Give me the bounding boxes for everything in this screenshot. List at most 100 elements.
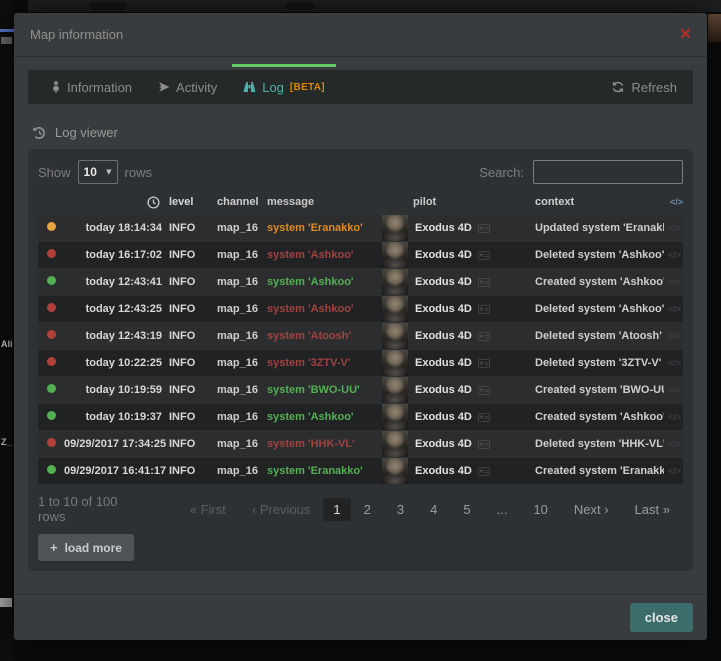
background-image-fragment <box>708 14 721 42</box>
column-header-pilot[interactable]: pilot <box>382 196 528 208</box>
pagination-first[interactable]: « First <box>177 498 239 521</box>
plane-icon <box>158 81 170 93</box>
log-time: today 12:43:41 <box>64 276 162 288</box>
page-size-select[interactable]: 10 ▼ <box>78 160 118 184</box>
table-row[interactable]: today 10:19:59 INFO map_16 system 'BWO-U… <box>38 377 683 403</box>
code-icon: </> <box>668 439 683 449</box>
clock-icon[interactable] <box>64 196 162 209</box>
log-time: today 12:43:25 <box>64 303 162 315</box>
pilot-name: Exodus 4D <box>415 303 472 315</box>
pagination-page-1[interactable]: 1 <box>323 498 350 521</box>
pilot-name: Exodus 4D <box>415 465 472 477</box>
plus-icon: + <box>50 540 58 555</box>
load-more-button[interactable]: + load more <box>38 534 134 561</box>
pilot-avatar <box>382 269 408 295</box>
table-row[interactable]: 09/29/2017 16:41:17 INFO map_16 system '… <box>38 458 683 484</box>
table-row[interactable]: today 18:14:34 INFO map_16 system 'Erana… <box>38 215 683 241</box>
log-level: INFO <box>162 276 210 288</box>
log-context: Deleted system 'HHK-VL' ... <box>528 438 664 450</box>
pagination-page-3[interactable]: 3 <box>384 498 417 521</box>
table-row[interactable]: today 12:43:25 INFO map_16 system 'Ashko… <box>38 296 683 322</box>
pilot-avatar <box>382 296 408 322</box>
pagination-page-5[interactable]: 5 <box>450 498 483 521</box>
load-more-label: load more <box>65 541 122 555</box>
log-level: INFO <box>162 249 210 261</box>
log-context: Deleted system 'Ashkoo' ... <box>528 249 664 261</box>
pagination-next[interactable]: Next › <box>561 498 622 521</box>
column-header-context[interactable]: context <box>528 196 664 208</box>
table-row[interactable]: today 10:22:25 INFO map_16 system '3ZTV-… <box>38 350 683 376</box>
log-channel: map_16 <box>210 384 264 396</box>
log-time: today 10:22:25 <box>64 357 162 369</box>
pagination-nav: « First ‹ Previous 1 2 3 4 5 ... 10 Next… <box>177 498 683 521</box>
rows-label: rows <box>125 165 152 180</box>
pilot-avatar <box>382 215 408 241</box>
column-header-channel[interactable]: channel <box>210 196 264 208</box>
id-card-icon <box>478 224 490 233</box>
pagination-page-2[interactable]: 2 <box>351 498 384 521</box>
pagination-page-10[interactable]: 10 <box>520 498 560 521</box>
id-card-icon <box>478 386 490 395</box>
tab-information-label: Information <box>67 80 132 95</box>
log-context: Created system 'Ashkoo' ... <box>528 411 664 423</box>
table-controls: Show 10 ▼ rows Search: <box>38 159 683 185</box>
street-view-icon <box>51 81 61 93</box>
tab-log[interactable]: Log [BETA] <box>230 70 338 104</box>
table-row[interactable]: today 10:19:37 INFO map_16 system 'Ashko… <box>38 404 683 430</box>
column-header-message[interactable]: message <box>264 196 382 208</box>
pagination-page-4[interactable]: 4 <box>417 498 450 521</box>
code-column-icon[interactable]: </> <box>664 197 683 207</box>
status-dot <box>47 438 56 447</box>
active-tab-indicator <box>232 64 336 67</box>
log-context: Created system 'Eranakko... <box>528 465 664 477</box>
code-icon: </> <box>668 250 683 260</box>
pilot-name: Exodus 4D <box>415 222 472 234</box>
table-row[interactable]: today 12:43:41 INFO map_16 system 'Ashko… <box>38 269 683 295</box>
background-label-fragment: Z_ <box>1 437 12 447</box>
dialog-header: Map information × <box>14 13 707 57</box>
chevron-down-icon: ▼ <box>106 168 111 176</box>
id-card-icon <box>478 440 490 449</box>
tab-activity-label: Activity <box>176 80 217 95</box>
code-icon: </> <box>668 223 683 233</box>
refresh-button[interactable]: Refresh <box>612 80 683 95</box>
tab-information[interactable]: Information <box>38 70 145 104</box>
history-icon <box>32 126 47 140</box>
log-message: system 'Eranakko' <box>264 465 382 477</box>
tab-log-label: Log <box>262 80 284 95</box>
background-blob <box>285 2 315 10</box>
pagination-previous[interactable]: ‹ Previous <box>239 498 324 521</box>
status-dot <box>47 249 56 258</box>
column-header-level[interactable]: level <box>162 196 210 208</box>
close-icon[interactable]: × <box>680 25 691 44</box>
pilot-name: Exodus 4D <box>415 411 472 423</box>
close-button[interactable]: close <box>630 603 693 632</box>
log-context: Deleted system 'Ashkoo' ... <box>528 303 664 315</box>
refresh-label: Refresh <box>631 80 677 95</box>
code-icon: </> <box>668 466 683 476</box>
log-channel: map_16 <box>210 438 264 450</box>
log-message: system 'HHK-VL' <box>264 438 382 450</box>
log-time: today 16:17:02 <box>64 249 162 261</box>
show-label: Show <box>38 165 71 180</box>
refresh-icon <box>612 81 624 93</box>
table-row[interactable]: today 12:43:19 INFO map_16 system 'Atoos… <box>38 323 683 349</box>
log-time: today 12:43:19 <box>64 330 162 342</box>
id-card-icon <box>478 413 490 422</box>
search-input[interactable] <box>533 160 683 184</box>
table-row[interactable]: today 16:17:02 INFO map_16 system 'Ashko… <box>38 242 683 268</box>
tab-activity[interactable]: Activity <box>145 70 230 104</box>
log-channel: map_16 <box>210 357 264 369</box>
log-time: 09/29/2017 17:34:25 <box>64 438 162 450</box>
status-dot <box>47 411 56 420</box>
log-level: INFO <box>162 465 210 477</box>
table-row[interactable]: 09/29/2017 17:34:25 INFO map_16 system '… <box>38 431 683 457</box>
page-size-value: 10 <box>84 165 97 179</box>
log-message: system 'Ashkoo' <box>264 411 382 423</box>
pagination-last[interactable]: Last » <box>622 498 683 521</box>
pilot-avatar <box>382 242 408 268</box>
pilot-name: Exodus 4D <box>415 249 472 261</box>
status-dot <box>47 465 56 474</box>
status-dot <box>47 384 56 393</box>
background-top-strip <box>28 0 721 12</box>
